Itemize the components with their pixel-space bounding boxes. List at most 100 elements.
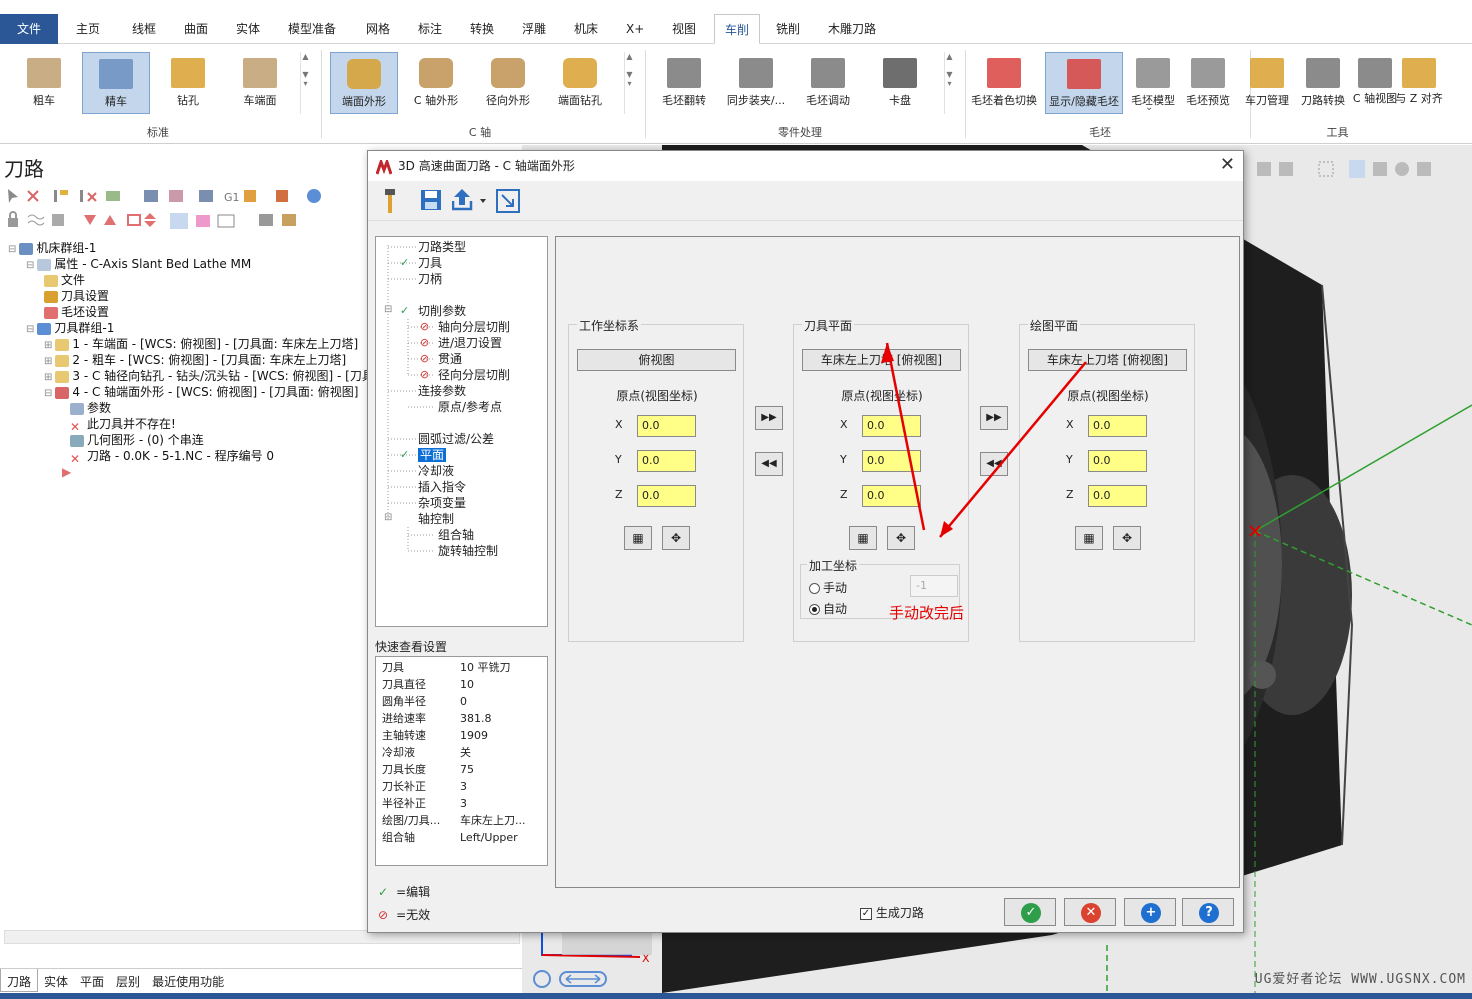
param-page-10[interactable]: 圆弧过滤/公差 [418,431,494,447]
ribbon-button-4-1[interactable]: 刀路转换 [1296,52,1350,114]
export-icon[interactable] [451,187,488,216]
param-page-8[interactable]: 连接参数 [418,383,466,399]
machining-coord-value[interactable]: -1 [910,575,958,597]
tab-1[interactable]: 线框 [122,14,166,44]
expand-toggle-icon[interactable]: ⊟ [8,244,16,255]
expand-toggle-icon[interactable]: ⊟ [26,260,34,271]
tab-5[interactable]: 网格 [356,14,400,44]
param-page-4[interactable]: ⊘ 轴向分层切削 [420,319,510,335]
ribbon-button-0-3[interactable]: 车端面 [226,52,294,114]
viewport-nav-controls[interactable] [530,970,620,988]
param-page-12[interactable]: 冷却液 [418,463,454,479]
param-page-1[interactable]: ✓ 刀具 [400,255,442,271]
param-page-3[interactable]: ✓ 切削参数 [400,303,466,319]
param-page-9[interactable]: 原点/参考点 [438,399,502,415]
tab-6[interactable]: 标注 [408,14,452,44]
ribbon-button-4-0[interactable]: 车刀管理 [1240,52,1294,114]
tool-table-button[interactable]: ▦ [849,526,877,550]
panel-tab-1[interactable]: 实体 [38,969,74,992]
ok-button[interactable]: ✓ [1004,898,1056,926]
expand-toggle-icon[interactable]: ⊞ [44,372,52,383]
wcs-table-button[interactable]: ▦ [624,526,652,550]
ribbon-button-2-1[interactable]: 同步装夹/... [722,52,790,114]
param-page-2[interactable]: 刀柄 [418,271,442,287]
ribbon-scroll-arrows[interactable]: ▲ ▼ ▾ [944,52,954,114]
tab-14[interactable]: 木雕刀路 [818,14,886,44]
ribbon-button-0-1[interactable]: 精车 [82,52,150,114]
ribbon-button-0-2[interactable]: 钻孔 [154,52,222,114]
panel-tab-0[interactable]: 刀路 [0,969,39,992]
radio-manual-indicator[interactable] [809,583,820,594]
param-page-11[interactable]: ✓ 平面 [400,447,447,463]
cancel-button[interactable]: ✕ [1064,898,1116,926]
ribbon-button-2-3[interactable]: 卡盘 [866,52,934,114]
param-page-5[interactable]: ⊘ 进/退刀设置 [420,335,502,351]
tool-origin-z-input[interactable]: 0.0 [862,485,921,507]
param-page-6[interactable]: ⊘ 贯通 [420,351,462,367]
tool-icon[interactable] [382,189,398,218]
copy-right-button-2[interactable]: ▶▶ [980,406,1008,430]
generate-toolpath-checkbox[interactable]: ✓ 生成刀路 [860,904,924,921]
copy-right-button-1[interactable]: ▶▶ [755,406,783,430]
wcs-move-button[interactable]: ✥ [662,526,690,550]
wcs-origin-z-input[interactable]: 0.0 [637,485,696,507]
stock-model-dropdown-icon[interactable]: ⌄ [1145,102,1153,113]
radio-auto-indicator[interactable] [809,604,820,615]
tool-origin-x-input[interactable]: 0.0 [862,415,921,437]
tab-8[interactable]: 浮雕 [512,14,556,44]
tool-move-button[interactable]: ✥ [887,526,915,550]
ribbon-button-2-2[interactable]: 毛坯调动 [794,52,862,114]
param-page-16[interactable]: 组合轴 [438,527,474,543]
param-page-13[interactable]: 插入指令 [418,479,466,495]
expand-toggle-icon[interactable]: ⊟ [44,388,52,399]
radio-auto[interactable]: 自动 [809,600,847,617]
wcs-origin-y-input[interactable]: 0.0 [637,450,696,472]
cplane-move-button[interactable]: ✥ [1113,526,1141,550]
cplane-origin-y-input[interactable]: 0.0 [1088,450,1147,472]
wcs-view-button[interactable]: 俯视图 [577,349,736,371]
tab-3[interactable]: 实体 [226,14,270,44]
panel-tab-3[interactable]: 层别 [110,969,146,992]
ribbon-button-2-0[interactable]: 毛坯翻转 [650,52,718,114]
tab-11[interactable]: 视图 [662,14,706,44]
param-page-7[interactable]: ⊘ 径向分层切削 [420,367,510,383]
ribbon-button-1-0[interactable]: 端面外形 [330,52,398,114]
cplane-origin-z-input[interactable]: 0.0 [1088,485,1147,507]
cplane-view-button[interactable]: 车床左上刀塔 [俯视图] [1028,349,1187,371]
expand-toggle-icon[interactable]: ⊟ [384,304,392,315]
help-button[interactable]: ? [1182,898,1234,926]
expand-toggle-icon[interactable]: ⊞ [44,340,52,351]
ribbon-button-3-1[interactable]: 显示/隐藏毛坯 [1045,52,1123,114]
wcs-origin-x-input[interactable]: 0.0 [637,415,696,437]
ribbon-scroll-arrows[interactable]: ▲ ▼ ▾ [624,52,634,114]
ribbon-button-0-0[interactable]: 粗车 [10,52,78,114]
tab-0[interactable]: 主页 [66,14,110,44]
panel-tab-4[interactable]: 最近使用功能 [146,969,230,992]
save-icon[interactable] [420,189,442,214]
ribbon-scroll-arrows[interactable]: ▲ ▼ ▾ [300,52,310,114]
copy-left-button-2[interactable]: ◀◀ [980,452,1008,476]
radio-manual[interactable]: 手动 [809,579,847,596]
close-icon[interactable]: ✕ [1220,155,1235,175]
param-page-15[interactable]: 轴控制 [418,511,454,527]
expand-toggle-icon[interactable]: ⊞ [44,356,52,367]
param-page-0[interactable]: 刀路类型 [418,239,466,255]
panel-tab-2[interactable]: 平面 [74,969,110,992]
param-page-17[interactable]: 旋转轴控制 [438,543,498,559]
tab-file[interactable]: 文件 [0,14,58,44]
apply-button[interactable]: + [1124,898,1176,926]
tool-origin-y-input[interactable]: 0.0 [862,450,921,472]
tab-4[interactable]: 模型准备 [278,14,346,44]
ribbon-button-1-2[interactable]: 径向外形 [474,52,542,114]
ribbon-button-1-3[interactable]: 端面钻孔 [546,52,614,114]
tool-view-button[interactable]: 车床左上刀塔 [俯视图] [802,349,961,371]
ribbon-button-3-3[interactable]: 毛坯预览 [1180,52,1236,114]
tab-9[interactable]: 机床 [564,14,608,44]
tab-12[interactable]: 车削 [714,14,761,44]
tab-7[interactable]: 转换 [460,14,504,44]
tab-13[interactable]: 铣削 [766,14,810,44]
expand-toggle-icon[interactable]: ⊟ [384,512,392,523]
cplane-table-button[interactable]: ▦ [1075,526,1103,550]
expand-toggle-icon[interactable]: ⊟ [26,324,34,335]
checkbox-indicator[interactable]: ✓ [860,907,872,920]
